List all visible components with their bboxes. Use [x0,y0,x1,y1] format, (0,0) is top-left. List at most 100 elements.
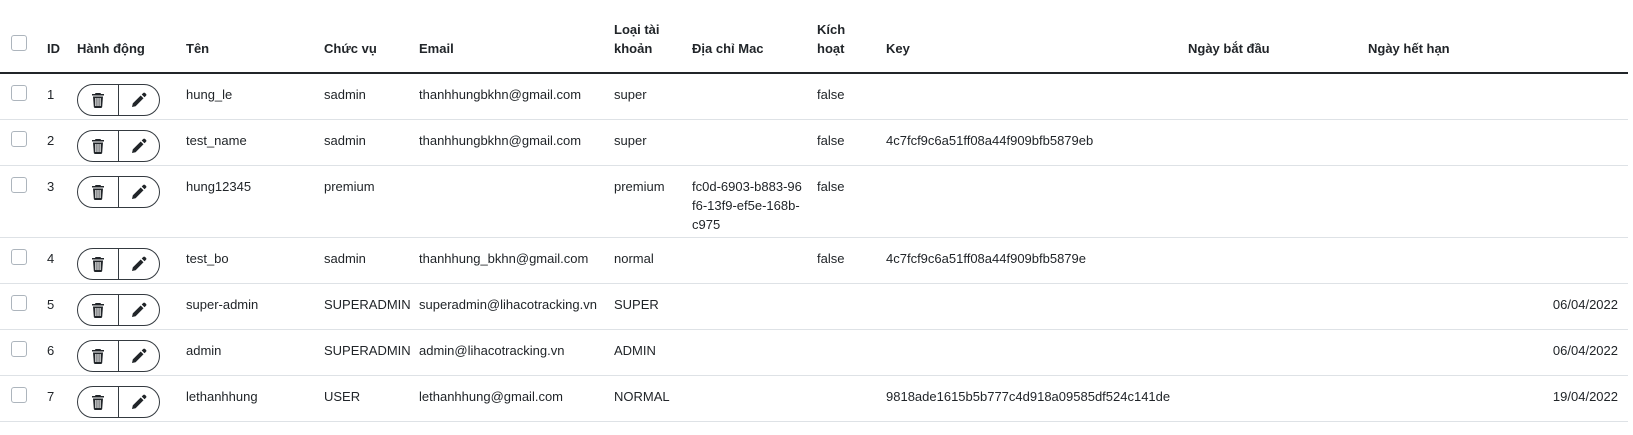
cell-id: 2 [41,119,71,166]
cell-name: hung12345 [180,165,318,238]
header-end-date: Ngày hết hạn [1362,0,1628,74]
cell-mac [686,237,811,284]
edit-button[interactable] [118,176,159,207]
delete-button[interactable] [78,85,118,115]
row-checkbox[interactable] [11,130,27,147]
pencil-icon [132,184,147,199]
edit-button[interactable] [118,248,159,279]
cell-role: sadmin [318,73,413,120]
cell-id: 7 [41,375,71,422]
cell-account-type: ADMIN [608,329,686,376]
row-action-group [77,84,160,116]
row-select-cell [0,119,41,166]
row-checkbox[interactable] [11,340,27,357]
trash-icon [92,348,104,364]
cell-active: false [811,73,880,120]
cell-start-date [1182,283,1362,330]
users-table: ID Hành động Tên Chức vụ Email Loại tài … [0,0,1628,422]
row-action-group [77,129,160,162]
cell-key [880,329,1182,376]
row-checkbox[interactable] [11,248,27,265]
cell-account-type: normal [608,237,686,284]
cell-id: 6 [41,329,71,376]
edit-button[interactable] [118,85,159,115]
edit-button[interactable] [118,340,159,371]
row-checkbox[interactable] [11,386,27,403]
cell-key [880,283,1182,330]
cell-email: admin@lihacotracking.vn [413,329,608,376]
cell-end-date: 19/04/2022 [1362,375,1628,422]
cell-actions [71,237,180,284]
cell-active: false [811,119,880,166]
cell-key: 4c7fcf9c6a51ff08a44f909bfb5879eb [880,119,1182,166]
cell-role: premium [318,165,413,238]
table-row: 3 hung12345 premium premium fc0d-6903-b8… [0,165,1628,238]
header-actions: Hành động [71,0,180,74]
pencil-icon [132,394,147,409]
delete-button[interactable] [78,249,118,279]
cell-mac [686,283,811,330]
table-row: 5 super-admin SUPERADMIN superadmin@liha… [0,283,1628,330]
header-email: Email [413,0,608,74]
header-name: Tên [180,0,318,74]
cell-account-type: SUPER [608,283,686,330]
cell-end-date: 06/04/2022 [1362,283,1628,330]
delete-button[interactable] [78,177,118,207]
header-key: Key [880,0,1182,74]
header-start-date: Ngày bắt đầu [1182,0,1362,74]
cell-id: 3 [41,165,71,238]
cell-name: test_bo [180,237,318,284]
cell-email: thanhhungbkhn@gmail.com [413,119,608,166]
edit-button[interactable] [118,294,159,325]
table-header-row: ID Hành động Tên Chức vụ Email Loại tài … [0,0,1628,74]
row-select-cell [0,73,41,120]
trash-icon [92,138,104,154]
row-checkbox[interactable] [11,176,27,193]
cell-end-date [1362,73,1628,120]
row-select-cell [0,283,41,330]
cell-role: SUPERADMIN [318,329,413,376]
users-table-container: ID Hành động Tên Chức vụ Email Loại tài … [0,0,1628,422]
delete-button[interactable] [78,295,118,325]
cell-key: 4c7fcf9c6a51ff08a44f909bfb5879e [880,237,1182,284]
cell-start-date [1182,329,1362,376]
delete-button[interactable] [78,341,118,371]
delete-button[interactable] [78,387,118,417]
cell-active [811,329,880,376]
cell-name: admin [180,329,318,376]
header-account-type: Loại tài khoản [608,0,686,74]
cell-end-date: 06/04/2022 [1362,329,1628,376]
cell-account-type: super [608,119,686,166]
row-action-group [77,339,160,372]
cell-mac [686,119,811,166]
edit-button[interactable] [118,130,159,161]
cell-end-date [1362,165,1628,238]
cell-key [880,73,1182,120]
cell-mac [686,73,811,120]
cell-actions [71,375,180,422]
cell-role: sadmin [318,119,413,166]
cell-end-date [1362,237,1628,284]
row-checkbox[interactable] [11,85,27,101]
select-all-checkbox[interactable] [11,35,27,51]
cell-active [811,375,880,422]
cell-name: test_name [180,119,318,166]
cell-mac [686,329,811,376]
delete-button[interactable] [78,131,118,161]
cell-mac: fc0d-6903-b883-96f6-13f9-ef5e-168b-c975 [686,165,811,238]
cell-actions [71,329,180,376]
trash-icon [92,93,104,108]
cell-email: thanhhungbkhn@gmail.com [413,73,608,120]
cell-actions [71,73,180,120]
row-action-group [77,175,160,208]
edit-button[interactable] [118,386,159,417]
cell-mac [686,375,811,422]
header-id: ID [41,0,71,74]
cell-role: USER [318,375,413,422]
row-checkbox[interactable] [11,294,27,311]
cell-key [880,165,1182,238]
cell-name: lethanhhung [180,375,318,422]
pencil-icon [132,302,147,317]
row-action-group [77,247,160,280]
cell-actions [71,165,180,238]
